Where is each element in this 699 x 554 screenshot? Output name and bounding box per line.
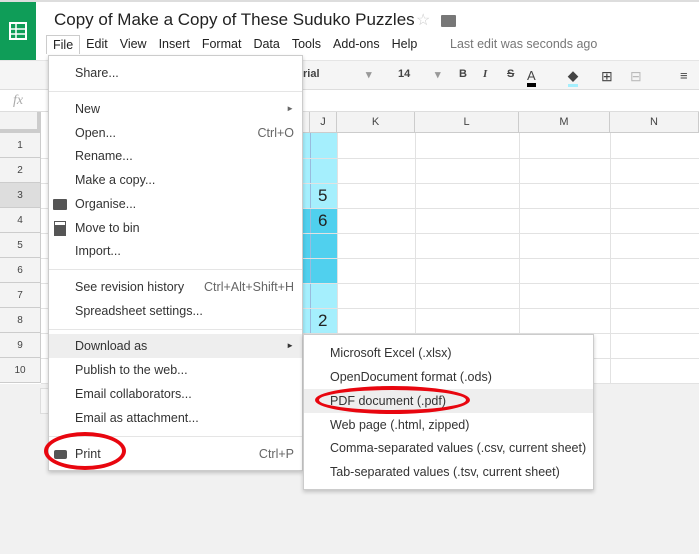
menu-data[interactable]: Data bbox=[247, 35, 285, 54]
row-header-6[interactable]: 6 bbox=[0, 258, 41, 283]
row-header-1[interactable]: 1 bbox=[0, 133, 41, 158]
menu-item-email-attachment[interactable]: Email as attachment... bbox=[49, 406, 302, 430]
menu-insert[interactable]: Insert bbox=[153, 35, 196, 54]
menu-item-open[interactable]: Open... Ctrl+O bbox=[49, 121, 302, 145]
strikethrough-button[interactable]: S bbox=[507, 68, 514, 80]
fx-icon: fx bbox=[13, 93, 24, 108]
folder-icon bbox=[53, 199, 67, 210]
menu-item-spreadsheet-settings[interactable]: Spreadsheet settings... bbox=[49, 299, 302, 323]
col-header-i[interactable] bbox=[303, 112, 310, 133]
menu-item-rename[interactable]: Rename... bbox=[49, 144, 302, 168]
download-csv[interactable]: Comma-separated values (.csv, current sh… bbox=[304, 436, 593, 460]
menu-tools[interactable]: Tools bbox=[286, 35, 327, 54]
trash-icon bbox=[54, 221, 66, 236]
print-highlight-ring bbox=[44, 432, 126, 470]
menu-item-make-copy[interactable]: Make a copy... bbox=[49, 168, 302, 192]
borders-icon[interactable]: ⊞ bbox=[601, 68, 613, 85]
menu-addons[interactable]: Add-ons bbox=[327, 35, 386, 54]
col-header-n[interactable]: N bbox=[610, 112, 699, 133]
font-dropdown-icon[interactable]: ▾ bbox=[366, 68, 372, 81]
col-header-m[interactable]: M bbox=[519, 112, 610, 133]
italic-button[interactable]: I bbox=[483, 68, 487, 80]
download-html[interactable]: Web page (.html, zipped) bbox=[304, 413, 593, 437]
size-dropdown-icon[interactable]: ▾ bbox=[435, 68, 441, 81]
menu-bar: File Edit View Insert Format Data Tools … bbox=[46, 35, 423, 54]
download-tsv[interactable]: Tab-separated values (.tsv, current shee… bbox=[304, 460, 593, 484]
menu-item-publish[interactable]: Publish to the web... bbox=[49, 358, 302, 382]
row-header-4[interactable]: 4 bbox=[0, 208, 41, 233]
menu-item-organise[interactable]: Organise... bbox=[49, 192, 302, 216]
file-menu: Share... New ► Open... Ctrl+O Rename... Ma… bbox=[48, 55, 303, 471]
download-submenu: Microsoft Excel (.xlsx) OpenDocument for… bbox=[303, 334, 594, 490]
bold-button[interactable]: B bbox=[459, 68, 467, 80]
folder-icon[interactable] bbox=[441, 15, 456, 27]
menu-item-email-collaborators[interactable]: Email collaborators... bbox=[49, 382, 302, 406]
font-select[interactable]: rial bbox=[303, 68, 320, 80]
menu-item-move-to-bin[interactable]: Move to bin bbox=[49, 216, 302, 240]
download-ods[interactable]: OpenDocument format (.ods) bbox=[304, 365, 593, 389]
sheets-grid-icon bbox=[9, 22, 27, 40]
submenu-arrow-icon: ► bbox=[286, 104, 294, 113]
download-xlsx[interactable]: Microsoft Excel (.xlsx) bbox=[304, 341, 593, 365]
col-header-j[interactable]: J bbox=[310, 112, 337, 133]
menu-item-share[interactable]: Share... bbox=[49, 61, 302, 85]
col-header-l[interactable]: L bbox=[415, 112, 519, 133]
row-header-10[interactable]: 10 bbox=[0, 358, 41, 383]
sheets-logo[interactable] bbox=[0, 2, 36, 60]
select-all-corner[interactable] bbox=[0, 112, 41, 133]
submenu-arrow-icon: ► bbox=[286, 341, 294, 350]
menu-help[interactable]: Help bbox=[386, 35, 424, 54]
row-header-2[interactable]: 2 bbox=[0, 158, 41, 183]
menu-edit[interactable]: Edit bbox=[80, 35, 114, 54]
star-icon[interactable]: ☆ bbox=[416, 10, 430, 30]
menu-file[interactable]: File bbox=[46, 35, 81, 54]
menu-item-download-as[interactable]: Download as ► bbox=[49, 334, 302, 358]
menu-format[interactable]: Format bbox=[196, 35, 248, 54]
cell-j4[interactable]: 6 bbox=[318, 211, 327, 231]
align-icon[interactable]: ≡ bbox=[680, 68, 688, 83]
fill-color-icon[interactable]: ◆ bbox=[568, 68, 578, 87]
col-header-k[interactable]: K bbox=[337, 112, 415, 133]
menu-item-import[interactable]: Import... bbox=[49, 239, 302, 263]
menu-view[interactable]: View bbox=[114, 35, 153, 54]
pdf-highlight-ring bbox=[315, 386, 470, 414]
cell-j8[interactable]: 2 bbox=[318, 311, 327, 331]
row-header-3[interactable]: 3 bbox=[0, 183, 41, 208]
cell-j3[interactable]: 5 bbox=[318, 186, 327, 206]
row-header-7[interactable]: 7 bbox=[0, 283, 41, 308]
row-header-9[interactable]: 9 bbox=[0, 333, 41, 358]
menu-item-new[interactable]: New ► bbox=[49, 97, 302, 121]
font-size-select[interactable]: 14 bbox=[398, 68, 410, 80]
text-color-button[interactable]: A bbox=[527, 68, 536, 87]
document-title[interactable]: Copy of Make a Copy of These Suduko Puzz… bbox=[54, 10, 415, 30]
last-edit-status[interactable]: Last edit was seconds ago bbox=[450, 37, 597, 51]
row-header-5[interactable]: 5 bbox=[0, 233, 41, 258]
merge-cells-icon[interactable]: ⊟ bbox=[630, 68, 642, 85]
row-header-8[interactable]: 8 bbox=[0, 308, 41, 333]
menu-item-revision-history[interactable]: See revision history Ctrl+Alt+Shift+H bbox=[49, 275, 302, 299]
